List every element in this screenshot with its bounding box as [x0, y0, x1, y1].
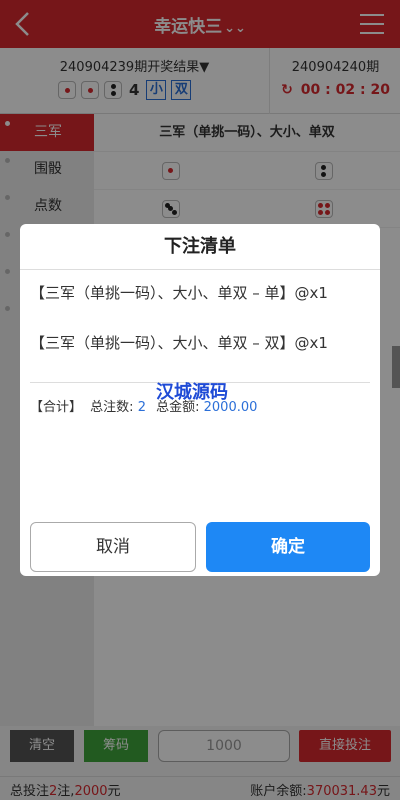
dialog-title: 下注清单	[20, 224, 380, 270]
bet-list-item: 【三军（单挑一码）、大小、单双 – 双】@x1	[30, 334, 328, 352]
cancel-button[interactable]: 取消	[30, 522, 196, 572]
confirm-button[interactable]: 确定	[206, 522, 370, 572]
watermark: 汉城源码	[156, 382, 228, 403]
bet-list-item: 【三军（单挑一码）、大小、单双 – 单】@x1	[30, 284, 328, 302]
total-count: 2	[137, 400, 146, 415]
bet-list-dialog: 下注清单 【三军（单挑一码）、大小、单双 – 单】@x1 【三军（单挑一码）、大…	[20, 224, 380, 576]
